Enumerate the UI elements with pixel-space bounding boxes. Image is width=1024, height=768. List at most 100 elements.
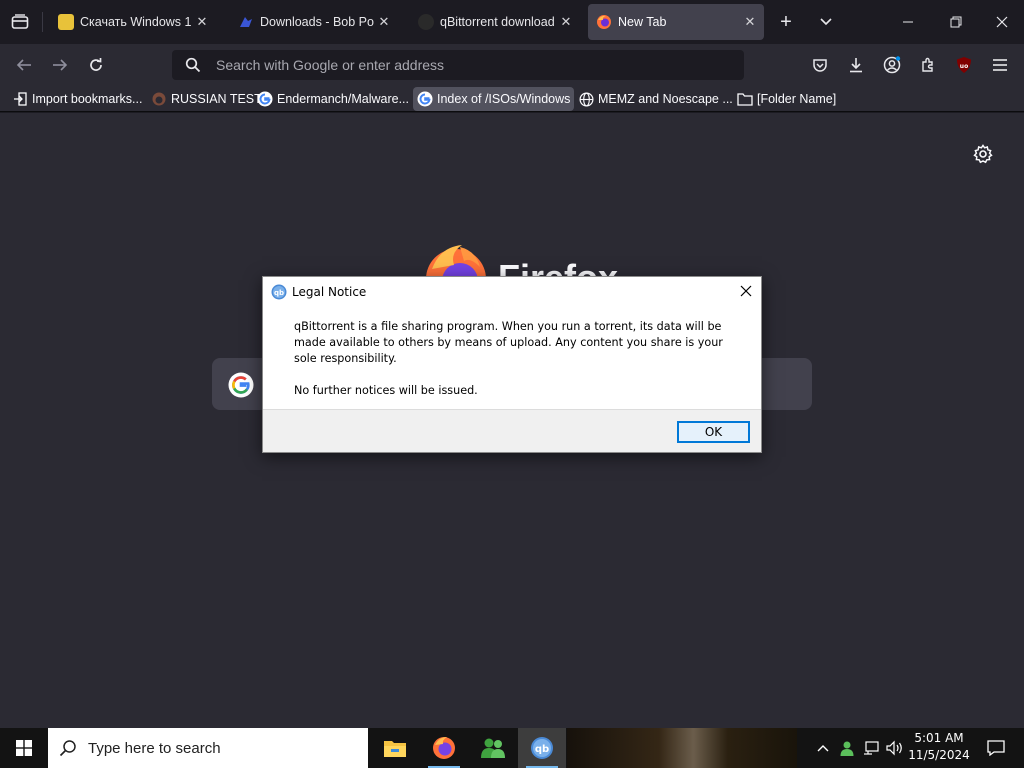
show-hidden-icons-button[interactable]	[812, 728, 834, 768]
close-window-button[interactable]	[986, 6, 1018, 38]
navigation-toolbar: uo	[0, 44, 1024, 86]
bookmark-index-isos-windows[interactable]: Index of /ISOs/Windows	[413, 87, 575, 111]
bookmark-label: [Folder Name]	[757, 92, 837, 106]
start-button[interactable]	[0, 728, 48, 768]
back-button[interactable]	[10, 51, 38, 79]
action-center-button[interactable]	[976, 728, 1016, 768]
tab-close-icon[interactable]: ✕	[196, 14, 208, 30]
browser-tab-bar: Скачать Windows 10 x ✕ Downloads - Bob P…	[0, 0, 1024, 44]
plus-icon: +	[780, 10, 792, 33]
firefox-view-icon	[11, 14, 29, 29]
volume-button[interactable]	[884, 728, 906, 768]
bookmark-russian-test[interactable]: RUSSIAN TEST	[147, 87, 266, 111]
windows-logo-icon	[16, 740, 32, 756]
bookmark-label: RUSSIAN TEST	[171, 92, 262, 106]
taskbar-search-box[interactable]: Type here to search	[48, 728, 368, 768]
list-all-tabs-button[interactable]	[812, 8, 840, 36]
dialog-notice: No further notices will be issued.	[294, 384, 478, 397]
bookmark-label: MEMZ and Noescape ...	[598, 92, 733, 106]
taskbar-file-explorer[interactable]	[371, 728, 419, 768]
close-icon	[996, 16, 1008, 28]
svg-text:uo: uo	[960, 63, 968, 70]
legal-notice-dialog: qb Legal Notice qBittorrent is a file sh…	[262, 276, 762, 453]
bookmark-folder[interactable]: [Folder Name]	[733, 87, 840, 111]
taskbar-clock[interactable]: 5:01 AM 11/5/2024	[906, 730, 972, 766]
google-icon	[417, 91, 433, 107]
tab-bob-pony[interactable]: Downloads - Bob Pony ✕	[230, 4, 398, 40]
github-favicon-icon	[418, 14, 434, 30]
reload-button[interactable]	[82, 51, 110, 79]
dialog-close-button[interactable]	[729, 277, 763, 305]
folder-icon	[737, 91, 753, 107]
tab-separator	[42, 12, 43, 32]
tab-close-icon[interactable]: ✕	[378, 14, 390, 30]
qbittorrent-icon: qb	[271, 284, 287, 300]
firefox-icon	[433, 737, 455, 759]
account-button[interactable]	[878, 51, 906, 79]
new-tab-button[interactable]: +	[772, 8, 800, 36]
desktop-screen: Скачать Windows 10 x ✕ Downloads - Bob P…	[0, 0, 1024, 768]
bookmark-label: Index of /ISOs/Windows	[437, 92, 571, 106]
address-bar[interactable]	[172, 50, 744, 80]
extensions-button[interactable]	[914, 51, 942, 79]
firefox-favicon-icon	[596, 14, 612, 30]
tab-windows10[interactable]: Скачать Windows 10 x ✕	[50, 4, 216, 40]
tab-close-icon[interactable]: ✕	[560, 14, 572, 30]
dialog-message: qBittorrent is a file sharing program. W…	[294, 320, 723, 365]
tab-label: Скачать Windows 10 x	[80, 15, 192, 29]
pony-favicon-icon	[238, 14, 254, 30]
tab-close-icon[interactable]: ✕	[744, 14, 756, 30]
ublock-shield-icon: uo	[957, 57, 971, 73]
minimize-button[interactable]	[892, 6, 924, 38]
globe-icon	[578, 91, 594, 107]
restore-icon	[950, 16, 962, 28]
tab-qbittorrent-download[interactable]: qBittorrent download | ✕	[410, 4, 580, 40]
taskbar-people-app[interactable]	[469, 728, 517, 768]
taskbar-background-art	[567, 728, 797, 768]
bookmark-endermanch-malware[interactable]: Endermanch/Malware...	[253, 87, 413, 111]
google-icon	[257, 91, 273, 107]
pocket-icon	[813, 59, 827, 72]
windows-taskbar: Type here to search qb 5:01 AM 11/5/2024	[0, 728, 1024, 768]
svg-text:qb: qb	[535, 744, 549, 755]
notification-icon	[987, 740, 1005, 756]
downloads-button[interactable]	[842, 51, 870, 79]
network-icon	[864, 741, 879, 755]
ublock-button[interactable]: uo	[950, 51, 978, 79]
tray-people-button[interactable]	[836, 728, 858, 768]
back-arrow-icon	[16, 59, 31, 71]
chevron-down-icon	[820, 18, 832, 26]
bookmarks-toolbar: Import bookmarks... RUSSIAN TEST Enderma…	[0, 86, 1024, 112]
pocket-button[interactable]	[806, 51, 834, 79]
bookmark-import[interactable]: Import bookmarks...	[8, 87, 146, 111]
app-menu-button[interactable]	[986, 51, 1014, 79]
network-button[interactable]	[860, 728, 882, 768]
taskbar-qbittorrent[interactable]: qb	[518, 728, 566, 768]
gear-icon	[973, 144, 993, 164]
taskbar-firefox[interactable]	[420, 728, 468, 768]
restore-button[interactable]	[940, 6, 972, 38]
forward-arrow-icon	[53, 59, 68, 71]
import-icon	[12, 91, 28, 107]
forward-button[interactable]	[46, 51, 74, 79]
bookmark-memz-noescape[interactable]: MEMZ and Noescape ...	[574, 87, 737, 111]
account-icon	[883, 56, 901, 74]
search-icon	[184, 56, 202, 74]
page-settings-button[interactable]	[972, 143, 994, 165]
download-icon	[850, 58, 862, 73]
emoji-favicon-icon	[58, 14, 74, 30]
qbittorrent-icon: qb	[531, 737, 553, 759]
google-g-icon	[228, 372, 254, 398]
speaker-icon	[886, 740, 902, 756]
tab-new-tab[interactable]: New Tab ✕	[588, 4, 764, 40]
close-icon	[740, 285, 752, 297]
tab-label: New Tab	[618, 15, 667, 29]
minimize-icon	[903, 21, 913, 23]
clock-time: 5:01 AM	[914, 731, 964, 745]
dialog-button-bar: OK	[263, 409, 761, 452]
reload-icon	[90, 58, 102, 71]
user-tray-icon	[840, 741, 854, 756]
ok-button[interactable]: OK	[677, 421, 750, 443]
address-input[interactable]	[216, 50, 736, 80]
firefox-view-button[interactable]	[0, 0, 40, 44]
